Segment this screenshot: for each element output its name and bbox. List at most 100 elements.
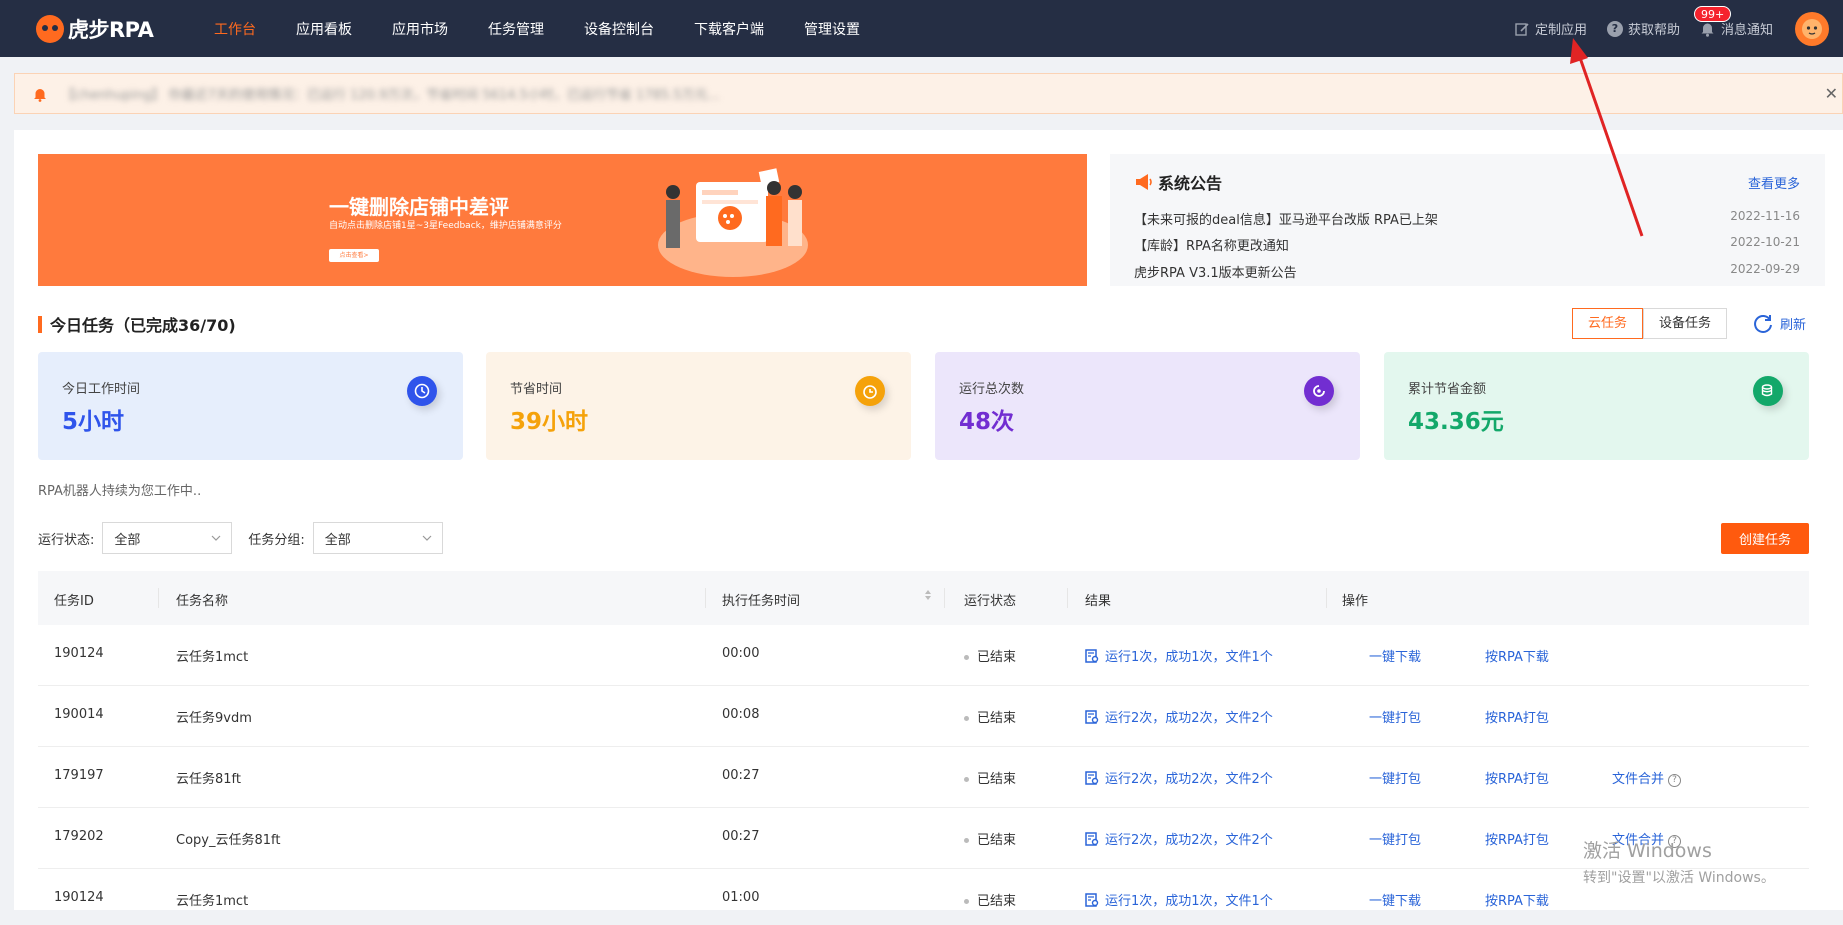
announcement-text: 【未来可报的deal信息】亚马逊平台改版 RPA已上架 [1134, 213, 1438, 228]
result-text: 运行1次，成功1次，文件1个 [1105, 894, 1273, 909]
status-dot [964, 655, 969, 660]
table-header: 任务ID 任务名称 执行任务时间 运行状态 结果 操作 [38, 571, 1809, 625]
col-run-status: 运行状态 [964, 594, 1017, 609]
announcement-date: 2022-11-16 [1730, 209, 1800, 223]
custom-app-link[interactable]: 定制应用 [1514, 19, 1587, 38]
nav-admin-settings[interactable]: 管理设置 [804, 19, 860, 39]
one-click-action[interactable]: 一键打包 [1369, 768, 1421, 787]
help-circle-icon[interactable]: ? [1668, 773, 1682, 787]
banner-title: 一键删除店铺中差评 [329, 195, 509, 219]
close-icon[interactable]: ✕ [1825, 84, 1838, 103]
cell-result[interactable]: 运行2次，成功2次，文件2个 [1085, 707, 1273, 726]
result-text: 运行1次，成功1次，文件1个 [1105, 650, 1273, 665]
cell-result[interactable]: 运行1次，成功1次，文件1个 [1085, 890, 1273, 909]
stat-card-run-count: 运行总次数 48次 [935, 352, 1360, 460]
tiger-logo-icon [36, 14, 64, 43]
rpa-action[interactable]: 按RPA下载 [1485, 646, 1549, 665]
stat-value: 5小时 [62, 409, 125, 435]
stat-card-work-time: 今日工作时间 5小时 [38, 352, 463, 460]
rpa-action[interactable]: 按RPA下载 [1485, 890, 1549, 909]
chevron-down-icon [422, 535, 432, 541]
cell-status: 已结束 [964, 890, 1016, 909]
cell-exec-time: 00:08 [722, 707, 760, 722]
refresh-icon [1754, 315, 1772, 333]
stat-label: 运行总次数 [959, 382, 1025, 397]
watermark-title: 激活 Windows [1583, 840, 1712, 862]
nav-device-console[interactable]: 设备控制台 [584, 19, 654, 39]
status-text: 已结束 [977, 833, 1017, 848]
nav-download-client[interactable]: 下载客户端 [694, 19, 764, 39]
table-row: 179202 Copy_云任务81ft 00:27 已结束 运行2次，成功2次，… [38, 808, 1809, 869]
cell-exec-time: 01:00 [722, 890, 760, 905]
status-text: 已结束 [977, 711, 1017, 726]
today-tasks-title: 今日任务（已完成36/70) [50, 316, 236, 335]
main-panel: 一键删除店铺中差评 自动点击删除店铺1星~3星Feedback，维护店铺满意评分… [14, 130, 1843, 910]
nav-workbench[interactable]: 工作台 [214, 19, 256, 39]
tab-device-tasks[interactable]: 设备任务 [1643, 308, 1728, 339]
cell-result[interactable]: 运行2次，成功2次，文件2个 [1085, 829, 1273, 848]
nav-task-management[interactable]: 任务管理 [488, 19, 544, 39]
windows-activation-watermark: 激活 Windows 转到"设置"以激活 Windows。 [1583, 836, 1775, 887]
get-help-label: 获取帮助 [1627, 23, 1680, 38]
get-help-link[interactable]: ? 获取帮助 [1606, 19, 1680, 38]
one-click-action[interactable]: 一键打包 [1369, 829, 1421, 848]
cell-task-id: 190014 [54, 707, 104, 722]
stat-card-saved-time: 节省时间 39小时 [486, 352, 911, 460]
megaphone-icon [1136, 174, 1152, 190]
nav-app-market[interactable]: 应用市场 [392, 19, 448, 39]
one-click-action[interactable]: 一键下载 [1369, 890, 1421, 909]
chevron-down-icon [211, 535, 221, 541]
one-click-action[interactable]: 一键下载 [1369, 646, 1421, 665]
cell-status: 已结束 [964, 646, 1016, 665]
col-exec-time[interactable]: 执行任务时间 [722, 590, 800, 609]
logo-text: 虎步RPA [68, 17, 154, 42]
clock-icon [407, 376, 437, 406]
view-more-link[interactable]: 查看更多 [1748, 173, 1800, 192]
announcement-item[interactable]: 虎步RPA V3.1版本更新公告 2022-09-29 [1134, 262, 1800, 281]
promo-banner[interactable]: 一键删除店铺中差评 自动点击删除店铺1星~3星Feedback，维护店铺满意评分… [38, 154, 1087, 286]
cell-task-name: 云任务1mct [176, 894, 249, 909]
logo[interactable]: 虎步RPA [36, 14, 166, 44]
col-result: 结果 [1085, 594, 1112, 609]
report-icon [1085, 831, 1099, 846]
sort-icon[interactable] [924, 588, 932, 606]
announcements-title: 系统公告 [1158, 174, 1223, 193]
banner-illustration [658, 168, 808, 277]
run-status-label: 运行状态: [38, 532, 95, 548]
rpa-action[interactable]: 按RPA打包 [1485, 768, 1549, 787]
status-text: 已结束 [977, 650, 1017, 665]
nav-app-board[interactable]: 应用看板 [296, 19, 352, 39]
banner-button[interactable]: 点击查看> [329, 249, 379, 262]
report-icon [1085, 709, 1099, 724]
one-click-action[interactable]: 一键打包 [1369, 707, 1421, 726]
message-count-badge: 99+ [1693, 6, 1732, 22]
top-nav-bar: 虎步RPA 工作台 应用看板 应用市场 任务管理 设备控制台 下载客户端 管理设… [0, 0, 1843, 57]
status-dot [964, 777, 969, 782]
filter-bar: 运行状态: 全部 任务分组: 全部 [38, 522, 459, 554]
announcement-item[interactable]: 【库龄】RPA名称更改通知 2022-10-21 [1134, 235, 1800, 254]
announcement-item[interactable]: 【未来可报的deal信息】亚马逊平台改版 RPA已上架 2022-11-16 [1134, 209, 1800, 228]
col-task-name: 任务名称 [176, 594, 229, 609]
rpa-action[interactable]: 按RPA打包 [1485, 829, 1549, 848]
task-type-toggle: 云任务 设备任务 [1572, 308, 1728, 339]
run-status-select[interactable]: 全部 [102, 522, 233, 554]
task-group-select[interactable]: 全部 [312, 522, 443, 554]
column-divider [158, 588, 159, 608]
col-task-id: 任务ID [54, 594, 94, 609]
section-marker [38, 315, 42, 333]
merge-files-action[interactable]: 文件合并? [1612, 768, 1682, 787]
column-divider [1067, 588, 1068, 608]
system-announcements: 系统公告 查看更多 【未来可报的deal信息】亚马逊平台改版 RPA已上架 20… [1110, 154, 1825, 286]
bell-icon [34, 88, 46, 102]
cell-result[interactable]: 运行1次，成功1次，文件1个 [1085, 646, 1273, 665]
cell-result[interactable]: 运行2次，成功2次，文件2个 [1085, 768, 1273, 787]
tab-cloud-tasks[interactable]: 云任务 [1572, 308, 1644, 339]
edit-icon [1514, 21, 1530, 37]
create-task-button[interactable]: 创建任务 [1721, 523, 1809, 554]
rpa-action[interactable]: 按RPA打包 [1485, 707, 1549, 726]
refresh-button[interactable]: 刷新 [1752, 312, 1806, 334]
avatar[interactable] [1795, 11, 1829, 46]
task-group-value: 全部 [324, 532, 351, 548]
table-row: 190124 云任务1mct 00:00 已结束 运行1次，成功1次，文件1个 … [38, 625, 1809, 686]
messages-link[interactable]: 99+ 消息通知 [1693, 6, 1773, 38]
